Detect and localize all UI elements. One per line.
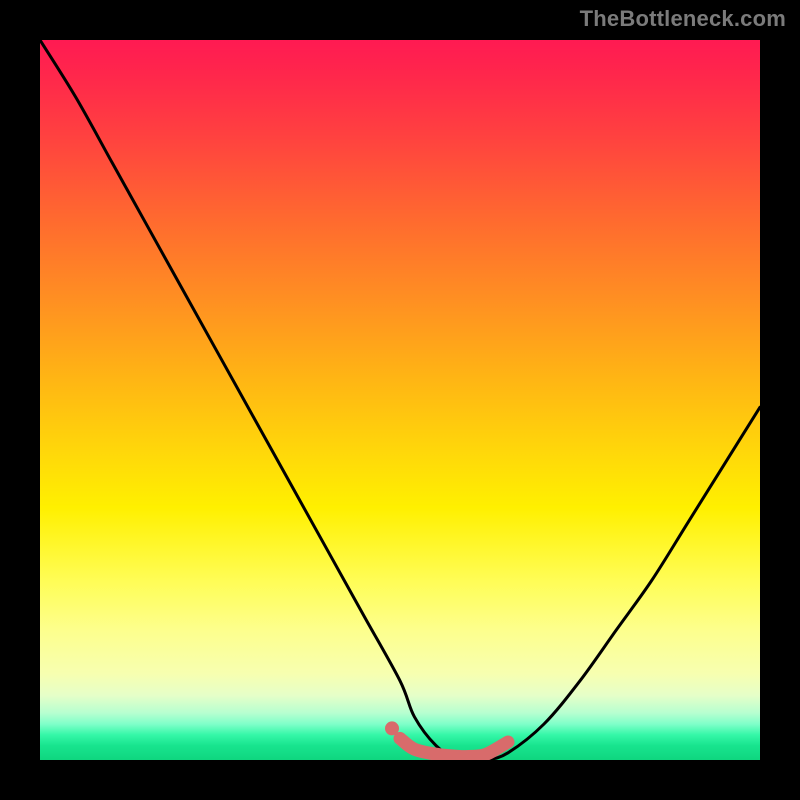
optimal-band-dot xyxy=(385,721,399,735)
chart-frame: TheBottleneck.com xyxy=(0,0,800,800)
watermark-text: TheBottleneck.com xyxy=(580,6,786,32)
bottleneck-curve xyxy=(40,40,760,760)
plot-area xyxy=(40,40,760,760)
optimal-band-marker xyxy=(385,721,508,756)
optimal-band-path xyxy=(400,738,508,756)
chart-svg xyxy=(40,40,760,760)
bottleneck-curve-g xyxy=(40,40,760,760)
